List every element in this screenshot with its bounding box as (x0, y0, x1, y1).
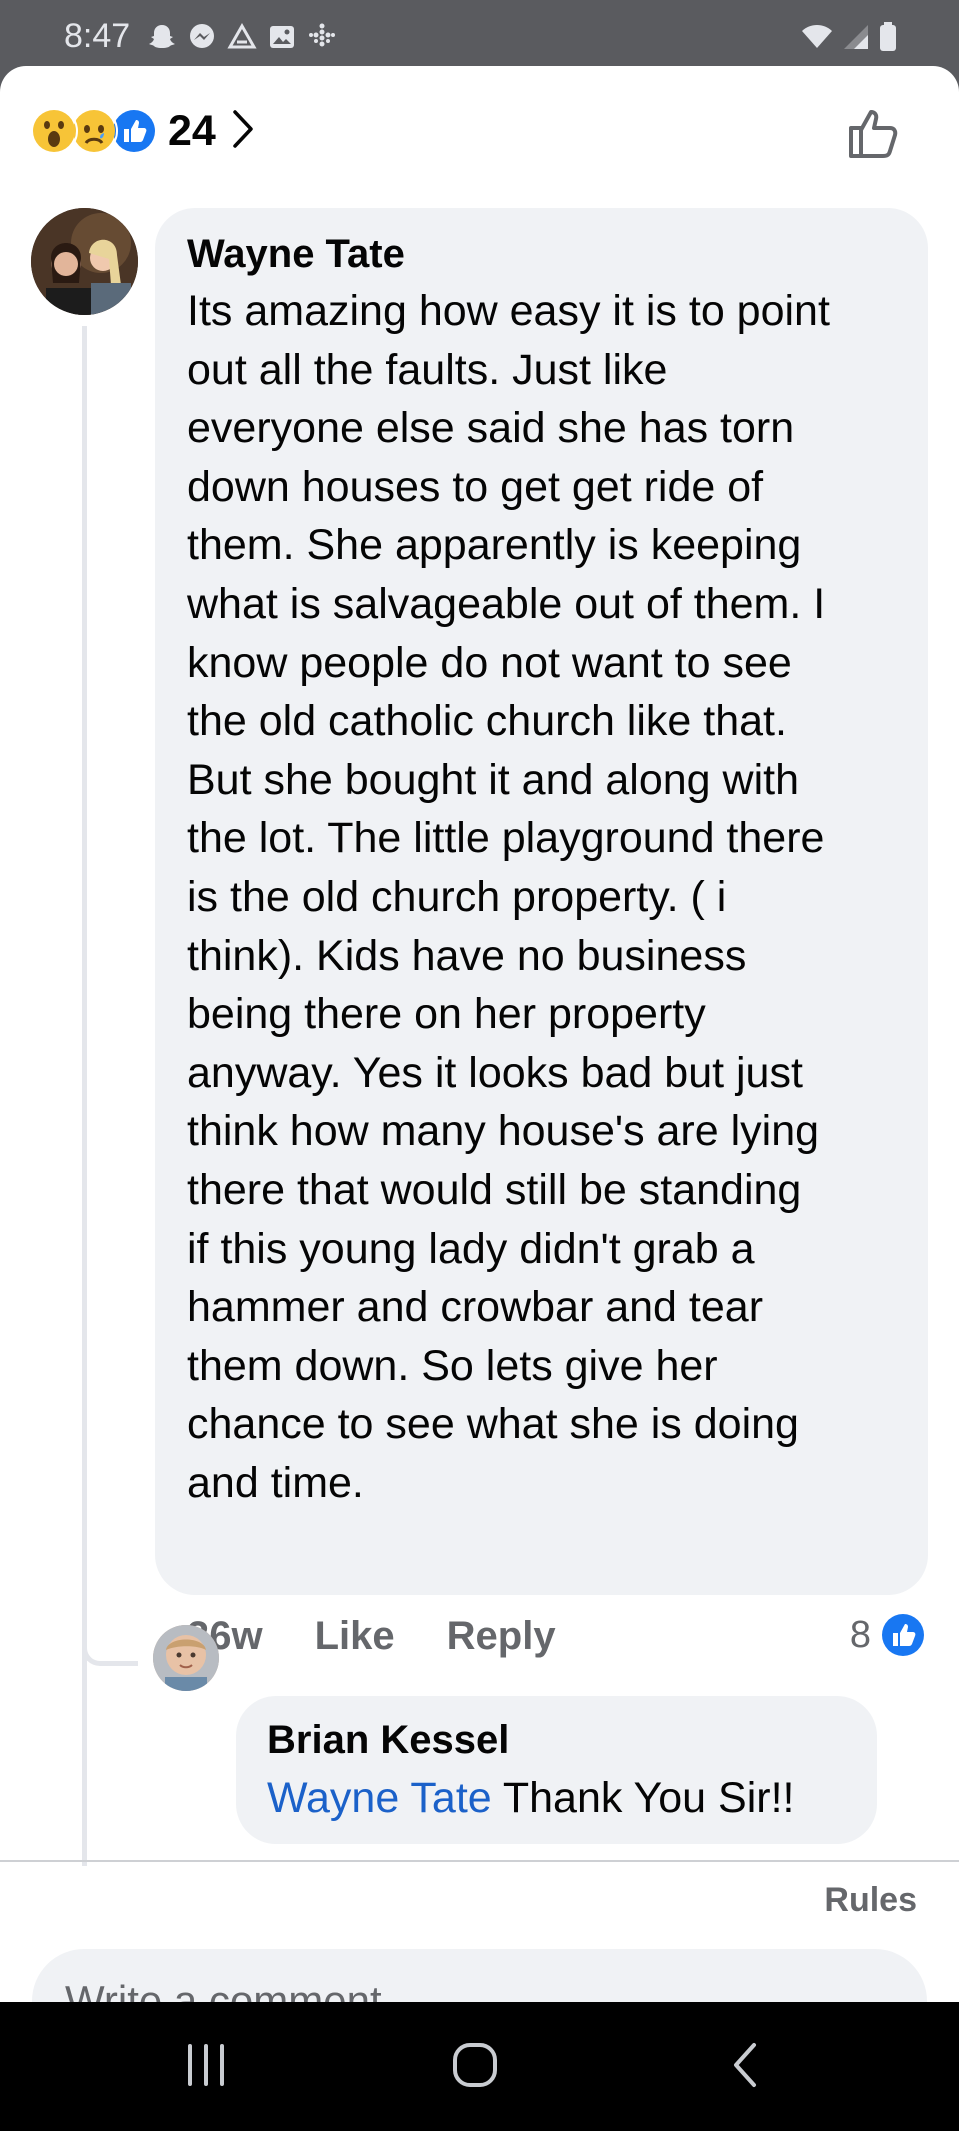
reactions-summary[interactable]: 24 (30, 106, 254, 156)
comment-bubble[interactable]: Wayne Tate Its amazing how easy it is to… (155, 208, 928, 1595)
comments-sheet: 24 Wayne Tate Its amazing how easy it is… (0, 66, 959, 2002)
system-icons (801, 22, 897, 52)
like-reaction-icon (882, 1614, 924, 1656)
comment-author[interactable]: Wayne Tate (187, 226, 896, 282)
divider (0, 1860, 959, 1862)
avatar[interactable] (31, 208, 138, 315)
wifi-icon (801, 23, 833, 51)
recent-apps-icon[interactable] (184, 2040, 228, 2095)
comment-text: Its amazing how easy it is to point out … (187, 287, 830, 1507)
like-count: 8 (849, 1613, 871, 1656)
comment-actions: 36w Like Reply (187, 1614, 556, 1659)
like-post-button[interactable] (847, 104, 903, 165)
reply-bubble[interactable]: Brian Kessel Wayne Tate Thank You Sir!! (236, 1696, 877, 1844)
reply-avatar[interactable] (153, 1625, 219, 1691)
gallery-icon (267, 22, 297, 52)
wow-reaction-icon (30, 107, 78, 155)
reply-mention[interactable]: Wayne Tate (267, 1774, 492, 1822)
reply-text: Wayne Tate Thank You Sir!! (267, 1768, 846, 1828)
status-bar: 8:47 (0, 0, 959, 66)
status-time: 8:47 (64, 17, 131, 55)
reply-author[interactable]: Brian Kessel (267, 1712, 846, 1768)
thread-line (82, 326, 87, 1866)
chevron-right-icon (232, 109, 254, 154)
drive-icon (227, 22, 257, 52)
reactions-count: 24 (168, 106, 216, 155)
reply-body: Thank You Sir!! (502, 1774, 795, 1822)
back-icon[interactable] (730, 2040, 760, 2095)
battery-icon (879, 22, 897, 52)
snapchat-icon (147, 22, 177, 52)
signal-icon (843, 23, 869, 51)
thread-branch (82, 1636, 138, 1666)
messenger-icon (187, 22, 217, 52)
dots-grid-icon (307, 22, 337, 52)
comment-likes[interactable]: 8 (850, 1613, 925, 1657)
profile-photo (31, 208, 138, 315)
rules-link[interactable]: Rules (824, 1881, 917, 1920)
home-icon[interactable] (452, 2040, 498, 2095)
profile-photo (153, 1625, 219, 1691)
thumbs-up-icon (849, 110, 898, 158)
navigation-bar (0, 2002, 959, 2131)
comment-input[interactable] (32, 1949, 927, 2002)
reply-button[interactable]: Reply (447, 1614, 556, 1659)
notification-icons (147, 22, 337, 52)
like-button[interactable]: Like (315, 1614, 395, 1659)
